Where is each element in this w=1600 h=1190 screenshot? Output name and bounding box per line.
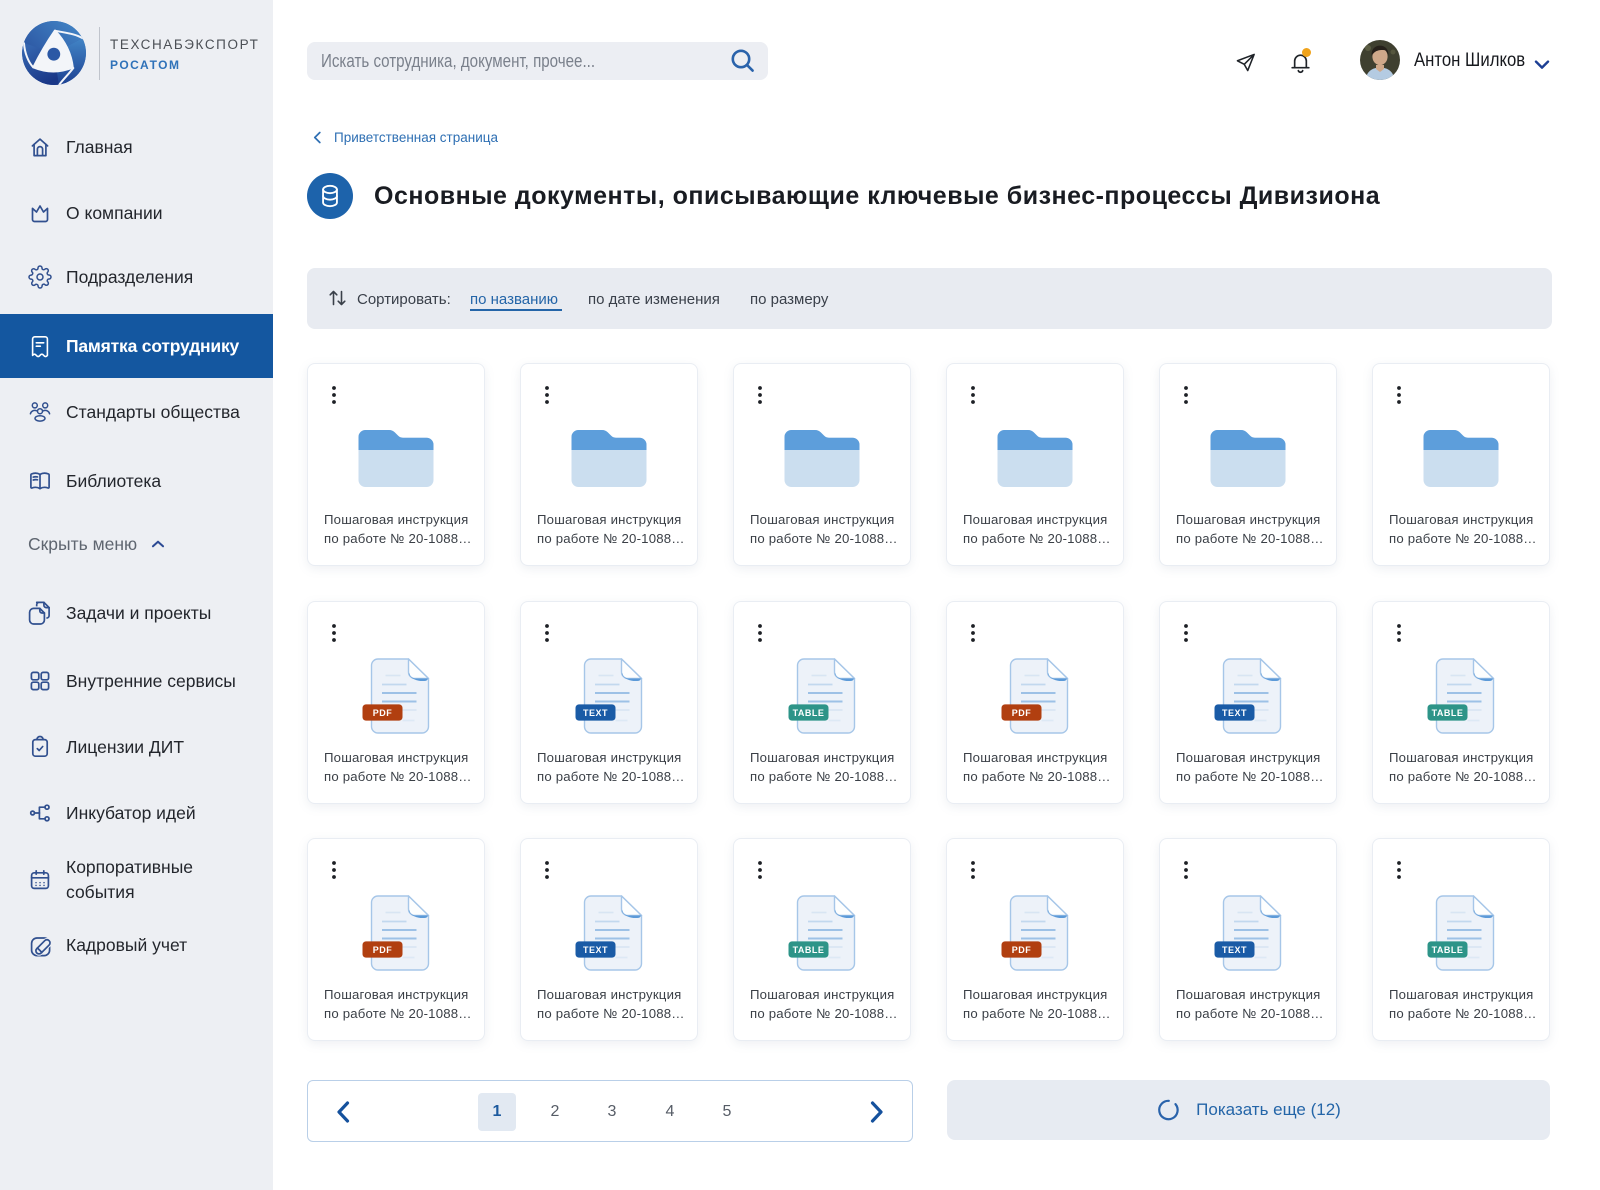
svg-text:TEXT: TEXT xyxy=(583,708,608,718)
svg-text:TABLE: TABLE xyxy=(1432,708,1464,718)
svg-text:TABLE: TABLE xyxy=(793,945,825,955)
svg-text:TEXT: TEXT xyxy=(583,945,608,955)
svg-text:PDF: PDF xyxy=(1012,945,1032,955)
svg-text:TABLE: TABLE xyxy=(793,708,825,718)
svg-text:TABLE: TABLE xyxy=(1432,945,1464,955)
svg-text:TEXT: TEXT xyxy=(1222,708,1247,718)
svg-text:PDF: PDF xyxy=(373,945,393,955)
svg-text:TEXT: TEXT xyxy=(1222,945,1247,955)
svg-text:PDF: PDF xyxy=(1012,708,1032,718)
svg-text:PDF: PDF xyxy=(373,708,393,718)
